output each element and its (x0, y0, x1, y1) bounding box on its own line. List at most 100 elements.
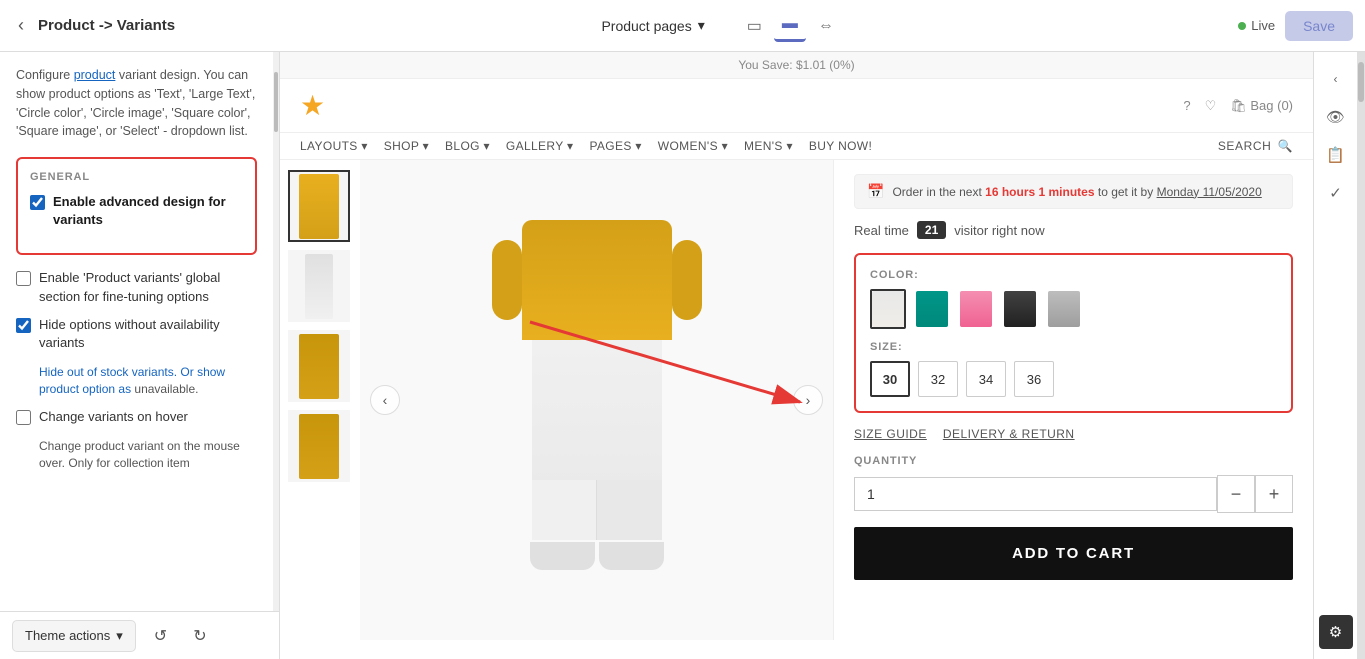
nav-layouts[interactable]: LAYOUTS ▾ (300, 139, 368, 153)
left-panel: Configure product variant design. You ca… (0, 52, 280, 659)
view-mobile-button[interactable]: ▭ (739, 9, 770, 42)
settings-icon-button[interactable]: ⚙ (1319, 615, 1353, 649)
store-nav-right[interactable]: SEARCH 🔍 (1218, 139, 1293, 153)
delivery-return-link[interactable]: DELIVERY & RETURN (943, 427, 1075, 441)
page-selector-button[interactable]: Product pages ▾ (591, 11, 714, 40)
topbar-right: Live Save (1238, 11, 1353, 41)
nav-blog[interactable]: BLOG ▾ (445, 139, 490, 153)
bottom-bar: Theme actions ▾ ↺ ↻ (0, 611, 279, 659)
enable-global-checkbox[interactable] (16, 271, 31, 286)
next-image-button[interactable]: › (793, 385, 823, 415)
thumb-1[interactable] (288, 170, 350, 242)
wishlist-icon[interactable]: ♡ (1205, 98, 1217, 114)
scroll-thumb (274, 72, 278, 132)
calendar-icon: 📅 (867, 183, 884, 200)
size-label: SIZE: (870, 341, 1277, 353)
main-area: Configure product variant design. You ca… (0, 52, 1365, 659)
variant-selector-box: COLOR: (854, 253, 1293, 413)
size-btn-30[interactable]: 30 (870, 361, 910, 397)
collapse-panel-button[interactable]: ‹ (1319, 62, 1353, 96)
checkbox-hover-group: Change variants on hover Change product … (16, 408, 257, 472)
store-topbar-text: You Save: $1.01 (0%) (738, 58, 854, 72)
quantity-row: − + (854, 475, 1293, 513)
checkbox-hover: Change variants on hover (16, 408, 257, 426)
quantity-minus-button[interactable]: − (1217, 475, 1255, 513)
size-guide-link[interactable]: SIZE GUIDE (854, 427, 927, 441)
color-swatch-pink[interactable] (958, 289, 994, 329)
quantity-input[interactable] (854, 477, 1217, 511)
live-dot (1238, 22, 1246, 30)
nav-shop[interactable]: SHOP ▾ (384, 139, 429, 153)
undo-button[interactable]: ↺ (146, 620, 175, 652)
color-swatch-gray[interactable] (1046, 289, 1082, 329)
size-btn-36[interactable]: 36 (1014, 361, 1054, 397)
color-swatch-black[interactable] (1002, 289, 1038, 329)
visitor-badge: 21 (917, 221, 946, 239)
size-btn-34[interactable]: 34 (966, 361, 1006, 397)
enable-global-label: Enable 'Product variants' global section… (39, 269, 257, 305)
checkbox-enable-advanced: Enable advanced design for variants (30, 193, 243, 229)
bag-icon[interactable]: 🛍 Bag (0) (1230, 98, 1293, 114)
eye-icon-button[interactable]: 👁 (1319, 100, 1353, 134)
product-link[interactable]: product (74, 68, 116, 82)
check-icon-button[interactable]: ✓ (1319, 176, 1353, 210)
theme-actions-button[interactable]: Theme actions ▾ (12, 620, 136, 652)
color-swatch-teal[interactable] (914, 289, 950, 329)
product-layout: ‹ › 📅 Order in the next 16 hours 1 minut… (280, 160, 1313, 640)
left-panel-scroll: Configure product variant design. You ca… (0, 52, 273, 611)
checkbox-enable-global: Enable 'Product variants' global section… (16, 269, 257, 305)
order-date: Monday 11/05/2020 (1157, 185, 1262, 199)
left-panel-scrollbar (273, 52, 279, 611)
change-hover-label: Change variants on hover (39, 408, 188, 426)
visitor-suffix: visitor right now (954, 223, 1044, 238)
store-topbar: You Save: $1.01 (0%) (280, 52, 1313, 79)
size-btn-32[interactable]: 32 (918, 361, 958, 397)
hide-unavailable-label: Hide options without availability varian… (39, 316, 257, 352)
enable-advanced-checkbox[interactable] (30, 195, 45, 210)
hide-unavailable-subtext[interactable]: Hide out of stock variants. Or show prod… (39, 364, 257, 398)
search-icon: 🔍 (1277, 139, 1293, 153)
nav-pages[interactable]: PAGES ▾ (589, 139, 641, 153)
add-to-cart-button[interactable]: ADD TO CART (854, 527, 1293, 580)
order-banner-text: Order in the next 16 hours 1 minutes to … (892, 185, 1261, 199)
help-icon[interactable]: ? (1183, 98, 1190, 113)
view-wide-button[interactable]: ⇔ (810, 9, 842, 42)
product-main-image: ‹ › (360, 160, 833, 640)
view-icons-group: ▭ ▬ ⇔ (739, 9, 842, 42)
general-label: GENERAL (30, 171, 243, 183)
nav-buynow[interactable]: BUY NOW! (809, 139, 872, 153)
enable-advanced-label: Enable advanced design for variants (53, 193, 243, 229)
thumb-4[interactable] (288, 410, 350, 482)
hide-unavailable-checkbox[interactable] (16, 318, 31, 333)
search-label: SEARCH (1218, 139, 1272, 153)
color-swatch-white[interactable] (870, 289, 906, 329)
thumb-3[interactable] (288, 330, 350, 402)
wide-icon: ⇔ (818, 17, 834, 34)
desktop-icon: ▬ (782, 15, 798, 32)
change-hover-checkbox[interactable] (16, 410, 31, 425)
mobile-icon: ▭ (747, 18, 762, 35)
page-selector-label: Product pages (601, 18, 691, 34)
clipboard-icon-button[interactable]: 📋 (1319, 138, 1353, 172)
preview-scrollbar (1357, 52, 1365, 659)
order-time: 16 hours 1 minutes (985, 185, 1094, 199)
page-selector-chevron: ▾ (698, 17, 705, 34)
quantity-plus-button[interactable]: + (1255, 475, 1293, 513)
checkbox-hide-unavailable: Hide options without availability varian… (16, 316, 257, 352)
description-text: Configure product variant design. You ca… (16, 66, 257, 141)
live-label: Live (1251, 18, 1275, 33)
product-info: 📅 Order in the next 16 hours 1 minutes t… (833, 160, 1313, 640)
back-button[interactable]: ‹ (12, 9, 30, 42)
nav-womens[interactable]: WOMEN'S ▾ (658, 139, 728, 153)
save-button[interactable]: Save (1285, 11, 1353, 41)
prev-image-button[interactable]: ‹ (370, 385, 400, 415)
panel-title: Product -> Variants (38, 17, 175, 34)
thumb-2[interactable] (288, 250, 350, 322)
right-sidebar: ‹ 👁 📋 ✓ ⚙ (1313, 52, 1357, 659)
store-page: You Save: $1.01 (0%) ★ ? ♡ 🛍 Bag (0) (280, 52, 1313, 659)
view-desktop-button[interactable]: ▬ (774, 9, 806, 42)
nav-mens[interactable]: MEN'S ▾ (744, 139, 793, 153)
redo-button[interactable]: ↻ (185, 620, 214, 652)
nav-gallery[interactable]: GALLERY ▾ (506, 139, 574, 153)
order-banner: 📅 Order in the next 16 hours 1 minutes t… (854, 174, 1293, 209)
